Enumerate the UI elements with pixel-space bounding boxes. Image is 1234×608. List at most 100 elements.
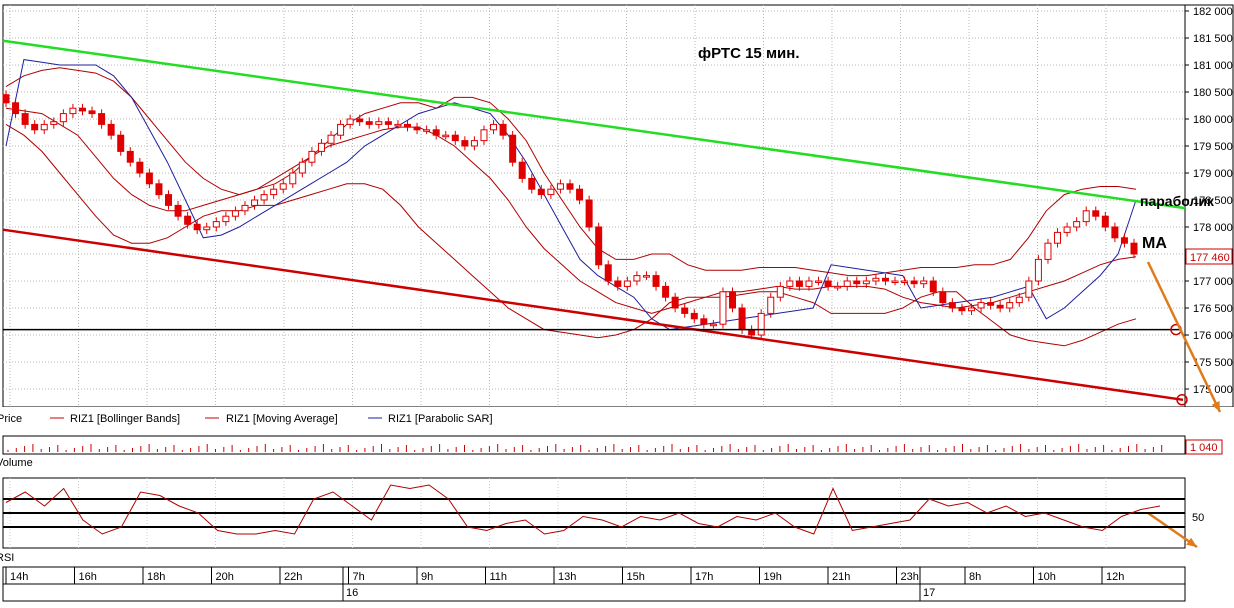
time-tick-label: 17h [695, 571, 713, 583]
legend: Price RIZ1 [Bollinger Bands] RIZ1 [Movin… [0, 413, 493, 425]
candle-body [623, 280, 631, 287]
volume-panel-frame [2, 435, 1186, 455]
candle-body [78, 107, 86, 112]
candle-body [174, 204, 182, 217]
time-tick-label: 20h [216, 571, 234, 583]
candle-body [289, 172, 297, 185]
time-tick-label: 16h [79, 571, 97, 583]
candle-body [556, 183, 564, 190]
candle-body [12, 102, 20, 115]
candle-body [203, 226, 211, 231]
candle-body [776, 285, 784, 298]
candle-body [709, 323, 717, 327]
candle-body [384, 121, 392, 125]
candle-body [662, 285, 670, 298]
candle-body [576, 188, 584, 201]
candle-body [604, 264, 612, 282]
last-price-label: 177 460 [1190, 252, 1230, 264]
candle-body [69, 107, 77, 115]
y-tick-label: 176 500 [1193, 303, 1233, 315]
y-tick-label: 181 500 [1193, 33, 1233, 45]
candle-body [862, 280, 870, 285]
candle-body [891, 280, 899, 283]
candle-body [795, 280, 803, 287]
candle-body [241, 204, 249, 212]
candle-body [843, 280, 851, 287]
candle-body [834, 285, 842, 289]
forecast-arrow-rsi-head [1186, 537, 1197, 547]
rsi-level-label: 50 [1192, 512, 1204, 524]
candle-body [356, 118, 364, 123]
candle-body [948, 302, 956, 309]
time-tick-label: 11h [490, 571, 508, 583]
candle-body [920, 280, 928, 285]
candle-body [748, 329, 756, 336]
candle-body [690, 312, 698, 320]
candle-body [260, 194, 268, 201]
candle-body [442, 134, 450, 138]
candle-body [432, 129, 440, 136]
candle-body [59, 113, 67, 123]
candle-body [375, 121, 383, 125]
y-tick-label: 178 000 [1193, 222, 1233, 234]
volume-panel-title: Volume [0, 457, 33, 469]
candle-body [671, 296, 679, 309]
candle-body [327, 134, 335, 144]
candle-body [499, 123, 507, 136]
candle-body [1120, 237, 1128, 244]
candle-body [929, 280, 937, 293]
candle-body [480, 129, 488, 142]
candle-body [451, 134, 459, 142]
candle-body [853, 280, 861, 285]
candle-body [31, 123, 39, 131]
candle-body [1111, 226, 1119, 239]
candle-body [509, 134, 517, 163]
time-tick-label: 21h [832, 571, 850, 583]
y-tick-label: 179 000 [1193, 168, 1233, 180]
candle-body [403, 123, 411, 128]
candle-body [212, 221, 220, 228]
y-tick-label: 175 000 [1193, 384, 1233, 396]
candle-body [126, 150, 134, 163]
candle-body [423, 129, 431, 132]
volume-last-label: 1 040 [1190, 442, 1218, 454]
candle-body [490, 123, 498, 131]
candle-body [939, 291, 947, 304]
candle-body [729, 291, 737, 309]
candle-body [155, 183, 163, 196]
time-tick-label: 7h [353, 571, 365, 583]
time-tick-label: 9h [421, 571, 433, 583]
legend-bollinger: RIZ1 [Bollinger Bands] [70, 413, 180, 425]
annotation-parabolic: параболик [1140, 193, 1215, 209]
candle-body [21, 113, 29, 125]
candle-body [996, 304, 1004, 309]
candle-body [958, 307, 966, 312]
candle-body [1063, 226, 1071, 233]
candle-body [1006, 302, 1014, 309]
candle-body [279, 183, 287, 190]
candle-body [642, 275, 650, 278]
candle-body [786, 280, 794, 287]
candle-body [270, 188, 278, 196]
candle-body [977, 302, 985, 309]
candle-body [40, 123, 48, 131]
candle-body [1101, 215, 1109, 228]
candle-body [518, 161, 526, 179]
y-tick-label: 180 000 [1193, 114, 1233, 126]
candle-body [165, 194, 173, 206]
y-tick-label: 180 500 [1193, 87, 1233, 99]
candle-body [824, 280, 832, 287]
y-tick-label: 182 000 [1193, 6, 1233, 18]
candle-body [1130, 242, 1138, 255]
rsi-panel-title: RSI [0, 552, 14, 564]
time-tick-label: 22h [284, 571, 302, 583]
candle-body [719, 291, 727, 325]
candle-body [107, 123, 115, 136]
candle-body [881, 277, 889, 282]
day-label: 16 [346, 587, 358, 599]
candle-body [1015, 296, 1023, 304]
candle-body [231, 210, 239, 217]
candle-body [394, 123, 402, 127]
candle-body [1034, 258, 1042, 282]
y-tick-label: 181 000 [1193, 60, 1233, 72]
